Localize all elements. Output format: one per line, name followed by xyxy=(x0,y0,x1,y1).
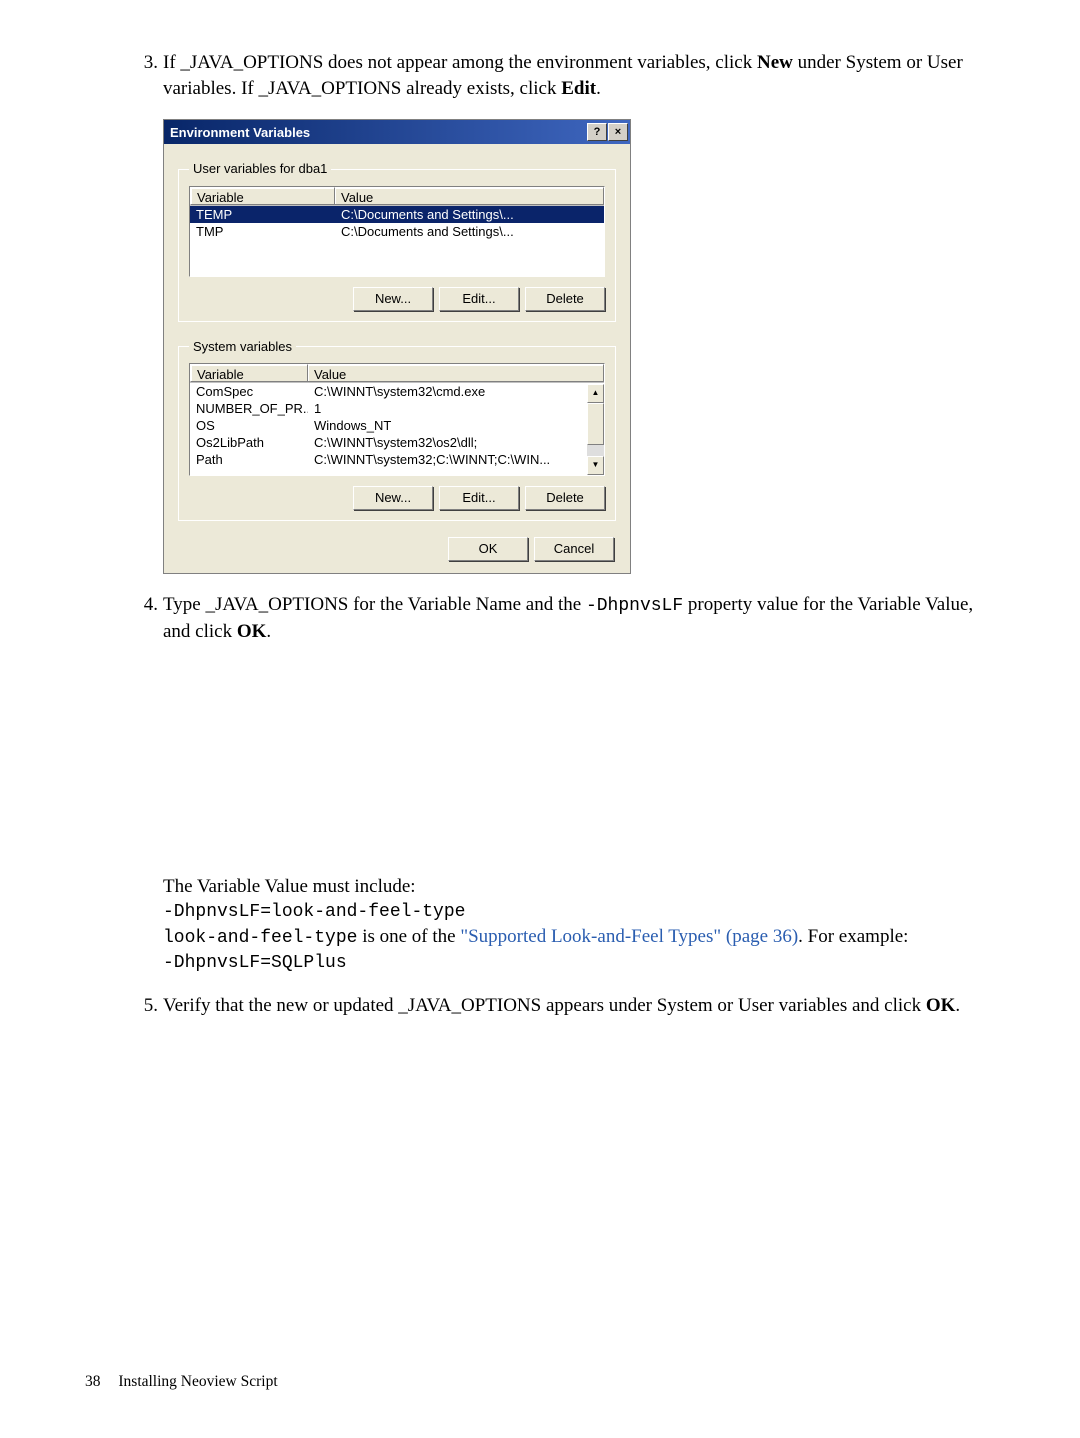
section-title: Installing Neoview Script xyxy=(118,1373,277,1390)
step-text: If _JAVA_OPTIONS does not appear among t… xyxy=(163,52,963,99)
list-item[interactable]: TMP C:\Documents and Settings\... xyxy=(190,223,604,240)
step-text: Verify that the new or updated _JAVA_OPT… xyxy=(163,995,960,1016)
dialog-title: Environment Variables xyxy=(170,124,586,142)
user-variables-list[interactable]: Variable Value TEMP C:\Documents and Set… xyxy=(189,186,605,277)
new-button[interactable]: New... xyxy=(353,287,433,311)
step-number: 3. xyxy=(130,50,158,76)
paragraph: The Variable Value must include: -Dhpnvs… xyxy=(163,874,1000,975)
dialog-body: User variables for dba1 Variable Value T… xyxy=(164,144,630,573)
list-item[interactable]: Path C:\WINNT\system32;C:\WINNT;C:\WIN..… xyxy=(190,451,604,468)
delete-button[interactable]: Delete xyxy=(525,486,605,510)
delete-button[interactable]: Delete xyxy=(525,287,605,311)
paragraph-line: look-and-feel-type is one of the "Suppor… xyxy=(163,924,1000,950)
scroll-thumb[interactable] xyxy=(587,403,604,445)
list-item[interactable]: NUMBER_OF_PR... 1 xyxy=(190,400,604,417)
close-icon[interactable]: × xyxy=(608,123,628,141)
list-body: ComSpec C:\WINNT\system32\cmd.exe NUMBER… xyxy=(190,383,604,475)
scroll-track[interactable] xyxy=(587,403,604,456)
step-5: 5. Verify that the new or updated _JAVA_… xyxy=(130,993,1000,1019)
system-variables-list[interactable]: Variable Value ComSpec C:\WINNT\system32… xyxy=(189,363,605,476)
list-item[interactable]: ComSpec C:\WINNT\system32\cmd.exe xyxy=(190,383,604,400)
link-supported-look-and-feel[interactable]: "Supported Look-and-Feel Types" (page 36… xyxy=(460,926,798,947)
column-variable[interactable]: Variable xyxy=(190,364,308,382)
step-number: 4. xyxy=(130,592,158,618)
code-line: -DhpnvsLF=look-and-feel-type xyxy=(163,900,1000,924)
list-item[interactable]: OS Windows_NT xyxy=(190,417,604,434)
column-variable[interactable]: Variable xyxy=(190,187,335,205)
group-legend: System variables xyxy=(189,338,296,356)
step-number: 5. xyxy=(130,993,158,1019)
titlebar: Environment Variables ? × xyxy=(164,120,630,144)
column-value[interactable]: Value xyxy=(335,187,604,205)
figure-placeholder xyxy=(163,644,1000,874)
step-3: 3. If _JAVA_OPTIONS does not appear amon… xyxy=(130,50,1000,574)
new-button[interactable]: New... xyxy=(353,486,433,510)
list-item[interactable]: TEMP C:\Documents and Settings\... xyxy=(190,206,604,223)
ok-button[interactable]: OK xyxy=(448,537,528,561)
page-number: 38 xyxy=(85,1373,101,1390)
help-icon[interactable]: ? xyxy=(587,123,607,141)
step-4: 4. Type _JAVA_OPTIONS for the Variable N… xyxy=(130,592,1000,974)
code-line: -DhpnvsLF=SQLPlus xyxy=(163,951,1000,975)
step-text: Type _JAVA_OPTIONS for the Variable Name… xyxy=(163,594,973,641)
list-header: Variable Value xyxy=(190,187,604,206)
page-footer: 38 Installing Neoview Script xyxy=(85,1372,278,1393)
group-legend: User variables for dba1 xyxy=(189,160,331,178)
dialog-buttons: OK Cancel xyxy=(178,537,616,561)
scroll-up-icon[interactable]: ▲ xyxy=(587,384,604,403)
list-item[interactable]: Os2LibPath C:\WINNT\system32\os2\dll; xyxy=(190,434,604,451)
cancel-button[interactable]: Cancel xyxy=(534,537,614,561)
scroll-down-icon[interactable]: ▼ xyxy=(587,456,604,475)
list-header: Variable Value xyxy=(190,364,604,383)
system-variables-group: System variables Variable Value ComSpec … xyxy=(178,338,616,522)
user-buttons: New... Edit... Delete xyxy=(189,287,605,311)
environment-variables-dialog: Environment Variables ? × User variables… xyxy=(163,119,631,574)
edit-button[interactable]: Edit... xyxy=(439,486,519,510)
column-value[interactable]: Value xyxy=(308,364,604,382)
system-buttons: New... Edit... Delete xyxy=(189,486,605,510)
edit-button[interactable]: Edit... xyxy=(439,287,519,311)
list-body: TEMP C:\Documents and Settings\... TMP C… xyxy=(190,206,604,276)
user-variables-group: User variables for dba1 Variable Value T… xyxy=(178,160,616,322)
vertical-scrollbar[interactable]: ▲ ▼ xyxy=(587,384,604,475)
